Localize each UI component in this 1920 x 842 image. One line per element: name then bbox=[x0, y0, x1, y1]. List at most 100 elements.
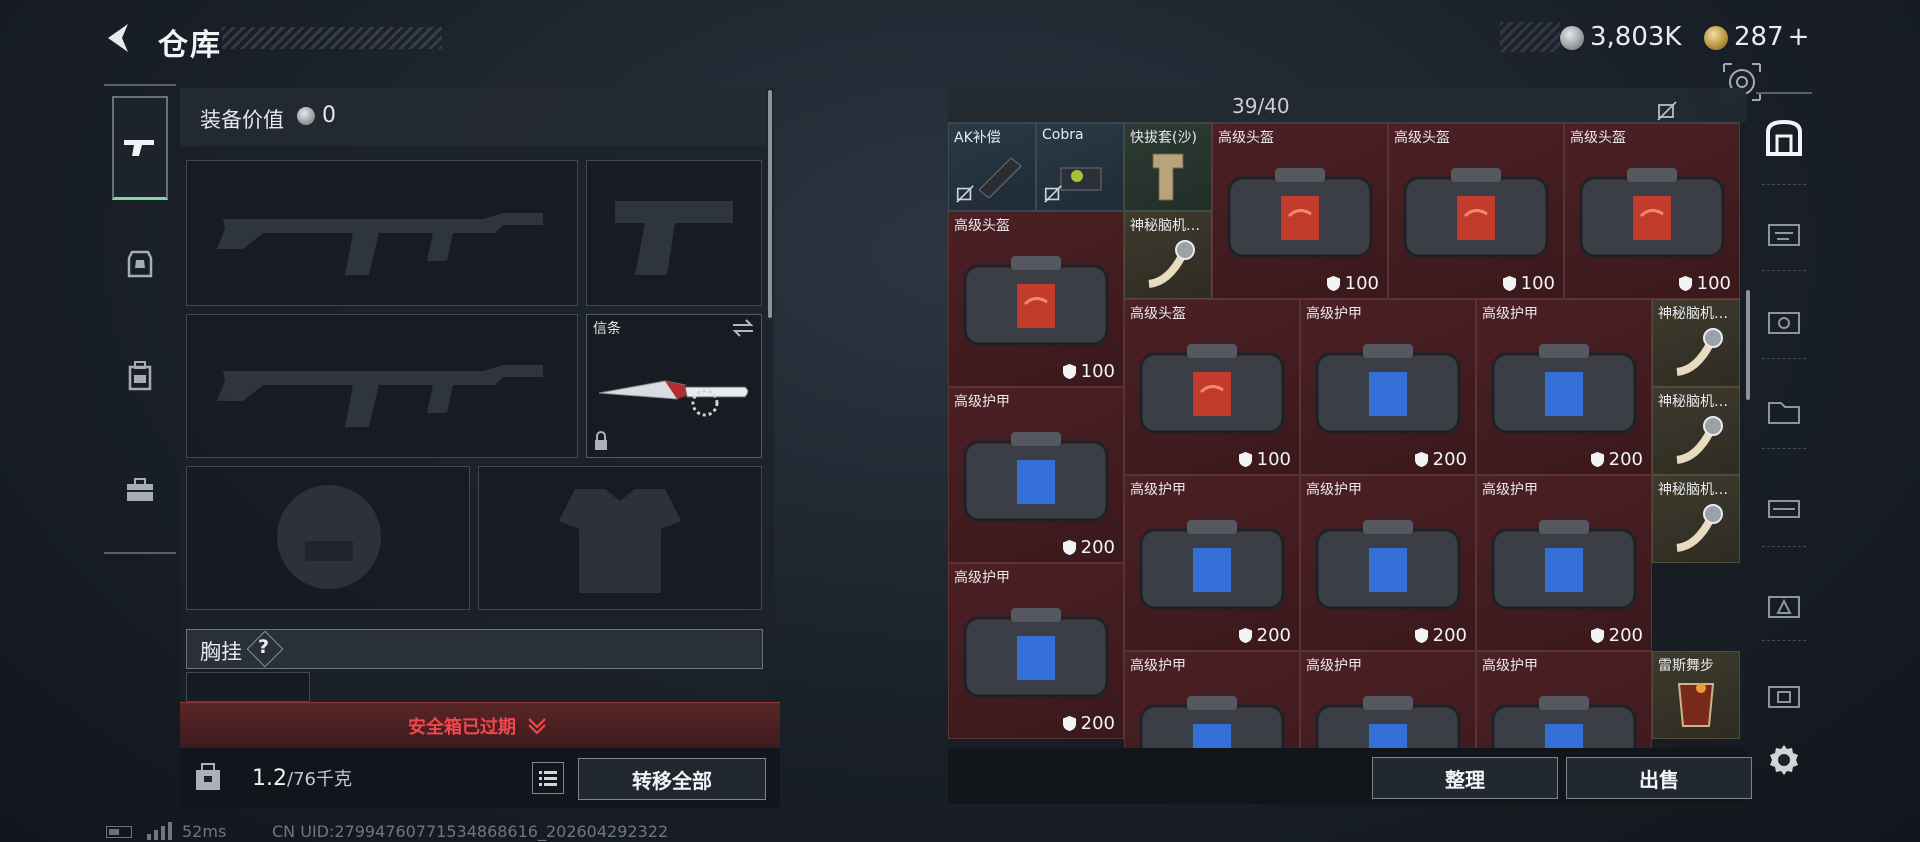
tab-armor[interactable] bbox=[112, 236, 168, 292]
no-drop-icon bbox=[956, 185, 974, 203]
tab-weapons[interactable] bbox=[112, 96, 168, 200]
shield-icon bbox=[1678, 276, 1692, 291]
item-label: 神秘脑机… bbox=[1658, 306, 1728, 322]
tab-stash-tier-3[interactable] bbox=[1760, 484, 1808, 532]
stash-item-advanced-armor[interactable]: 高级护甲 bbox=[1476, 651, 1652, 748]
armor-silhouette-icon bbox=[559, 489, 681, 593]
armor-case-icon bbox=[1139, 696, 1285, 748]
swap-icon[interactable] bbox=[731, 319, 755, 337]
stash-item-mystery-brain-chip[interactable]: 神秘脑机… bbox=[1652, 387, 1740, 475]
back-arrow-icon[interactable] bbox=[102, 20, 138, 56]
durability: 100 bbox=[1062, 361, 1115, 382]
warehouse-icon bbox=[1766, 120, 1802, 156]
item-label: 高级头盔 bbox=[954, 218, 1010, 234]
tab-stash-tier-4[interactable] bbox=[1760, 388, 1808, 436]
secondary-weapon-slot[interactable] bbox=[186, 314, 578, 458]
stash-item-advanced-helmet[interactable]: 高级头盔 100 bbox=[948, 211, 1124, 387]
helmet-slot[interactable] bbox=[186, 466, 470, 610]
durability: 200 bbox=[1062, 713, 1115, 734]
stash-item-advanced-armor[interactable]: 高级护甲 200 bbox=[1476, 475, 1652, 651]
holster-icon bbox=[1152, 153, 1184, 201]
durability: 200 bbox=[1590, 625, 1643, 646]
stash-item-advanced-armor[interactable]: 高级护甲 200 bbox=[948, 387, 1124, 563]
stash-item-mystery-brain-chip[interactable]: 神秘脑机… bbox=[1652, 475, 1740, 563]
brain-chip-icon bbox=[1676, 504, 1723, 552]
tab-stash-tier-4-misc[interactable] bbox=[1760, 672, 1808, 720]
rail-divider bbox=[1762, 546, 1806, 547]
sell-button[interactable]: 出售 bbox=[1566, 757, 1752, 799]
item-label: 高级护甲 bbox=[1130, 482, 1186, 498]
stash-item-advanced-helmet[interactable]: 高级头盔 100 bbox=[1564, 123, 1740, 299]
chevron-down-icon[interactable] bbox=[526, 714, 548, 736]
sight-icon bbox=[1060, 167, 1102, 191]
tab-backpack[interactable] bbox=[112, 348, 168, 404]
melee-slot[interactable]: 信条 bbox=[586, 314, 762, 458]
tab-stash-all[interactable] bbox=[1760, 114, 1808, 162]
no-drop-icon bbox=[1044, 185, 1062, 203]
stash-item-advanced-armor[interactable]: 高级护甲 bbox=[1124, 651, 1300, 748]
item-label: 高级护甲 bbox=[1130, 658, 1186, 674]
transfer-all-button[interactable]: 转移全部 bbox=[578, 758, 766, 800]
tab-stash-tier-2[interactable] bbox=[1760, 298, 1808, 346]
armor-icon bbox=[127, 250, 153, 278]
shield-icon bbox=[1062, 540, 1076, 555]
gold-currency[interactable]: 287 + bbox=[1734, 22, 1809, 52]
stash-item-advanced-helmet[interactable]: 高级头盔 100 bbox=[1212, 123, 1388, 299]
chest-rig-slot[interactable] bbox=[186, 672, 310, 702]
gear-icon[interactable] bbox=[1766, 742, 1802, 778]
item-label: 高级护甲 bbox=[1482, 482, 1538, 498]
sort-button[interactable]: 整理 bbox=[1372, 757, 1558, 799]
item-label: 高级头盔 bbox=[1394, 130, 1450, 146]
list-view-button[interactable] bbox=[532, 762, 564, 794]
pistol-slot[interactable] bbox=[586, 160, 762, 306]
category-rail bbox=[104, 84, 176, 554]
lock-icon bbox=[595, 431, 607, 450]
durability: 200 bbox=[1590, 449, 1643, 470]
armor-case-icon bbox=[1315, 696, 1461, 748]
stash-item-advanced-helmet[interactable]: 高级头盔 100 bbox=[1388, 123, 1564, 299]
silver-coin-icon bbox=[1560, 26, 1584, 50]
stash-item-quick-holster[interactable]: 快拔套(沙) bbox=[1124, 123, 1212, 211]
armor-slot[interactable] bbox=[478, 466, 762, 610]
stash-item-mystery-brain-chip[interactable]: 神秘脑机… bbox=[1124, 211, 1212, 299]
shield-icon bbox=[1414, 452, 1428, 467]
brain-chip-icon bbox=[1676, 328, 1723, 376]
helmet-case-icon bbox=[1403, 168, 1549, 258]
helmet-silhouette-icon bbox=[277, 485, 381, 589]
pistol-icon bbox=[124, 139, 154, 156]
no-drop-icon bbox=[1657, 101, 1677, 121]
item-label: 高级头盔 bbox=[1218, 130, 1274, 146]
stash-item-advanced-armor[interactable]: 高级护甲 200 bbox=[1300, 299, 1476, 475]
gold-add-icon[interactable]: + bbox=[1788, 22, 1810, 52]
primary-weapon-slot[interactable] bbox=[186, 160, 578, 306]
stash-item-advanced-armor[interactable]: 高级护甲 200 bbox=[1124, 475, 1300, 651]
stash-scrollbar[interactable] bbox=[1746, 290, 1750, 400]
equipment-scrollbar[interactable] bbox=[768, 90, 772, 318]
gold-coin-icon bbox=[1704, 26, 1728, 50]
stash-item-cobra-sight[interactable]: Cobra bbox=[1036, 123, 1124, 211]
item-label: 高级护甲 bbox=[954, 570, 1010, 586]
pistol-silhouette-icon bbox=[615, 201, 733, 275]
stash-item-advanced-armor[interactable]: 高级护甲 bbox=[1300, 651, 1476, 748]
durability: 100 bbox=[1678, 273, 1731, 294]
shield-icon bbox=[1062, 364, 1076, 379]
stash-item-mystery-brain-chip[interactable]: 神秘脑机… bbox=[1652, 299, 1740, 387]
stash-item-advanced-helmet[interactable]: 高级头盔 100 bbox=[1124, 299, 1300, 475]
stash-item-advanced-armor[interactable]: 高级护甲 200 bbox=[1300, 475, 1476, 651]
armor-case-icon bbox=[963, 608, 1109, 698]
stash-item-ak-compensator[interactable]: AK补偿 bbox=[948, 123, 1036, 211]
stash-item-advanced-armor[interactable]: 高级护甲 200 bbox=[1476, 299, 1652, 475]
item-label: Cobra bbox=[1042, 127, 1084, 143]
silver-coin-icon bbox=[297, 107, 315, 125]
tab-stash-tier-4-weapons[interactable] bbox=[1760, 210, 1808, 258]
tab-stash-tier-3-armor[interactable] bbox=[1760, 582, 1808, 630]
item-label: 高级头盔 bbox=[1130, 306, 1186, 322]
stash-item-drink[interactable]: 雷斯舞步 bbox=[1652, 651, 1740, 739]
rail-divider bbox=[1762, 640, 1806, 641]
bag-weight-icon bbox=[196, 763, 220, 790]
list-icon bbox=[539, 771, 557, 786]
tab-toolbox[interactable] bbox=[112, 462, 168, 518]
item-label: 高级护甲 bbox=[1306, 658, 1362, 674]
rail-divider bbox=[1762, 184, 1806, 185]
stash-item-advanced-armor[interactable]: 高级护甲 200 bbox=[948, 563, 1124, 739]
